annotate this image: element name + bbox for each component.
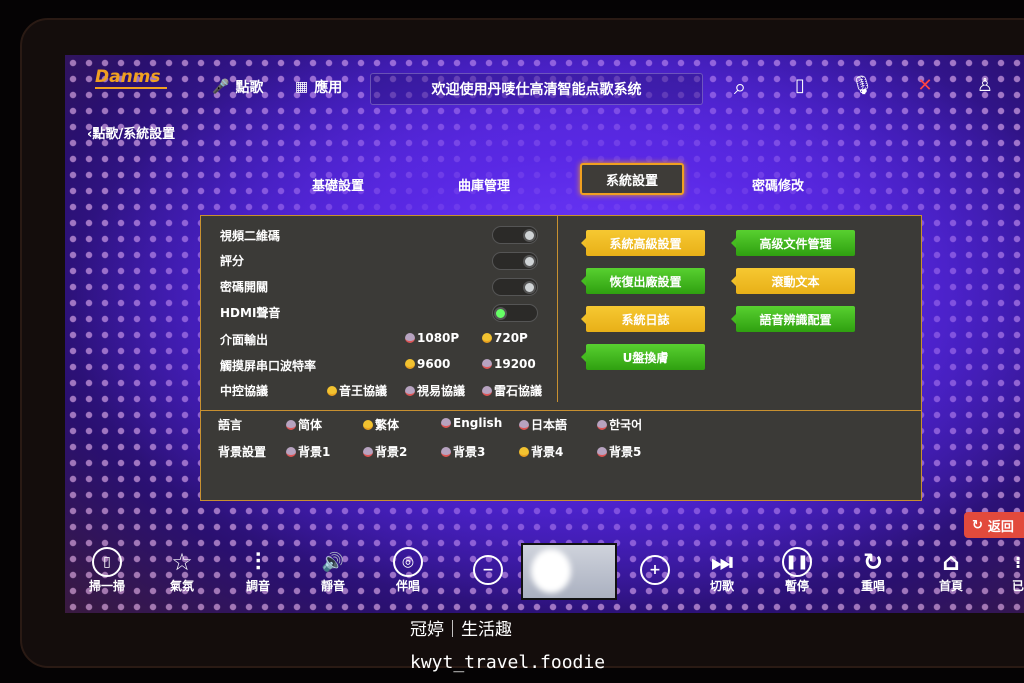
label-background: 背景設置 — [218, 445, 267, 459]
divider — [201, 410, 921, 411]
scan-button[interactable]: ▯ 掃一掃 — [77, 547, 137, 594]
grid-icon: ▦ — [295, 79, 309, 95]
radio-1080p[interactable]: 1080P — [405, 331, 459, 345]
home-icon: ⌂ — [942, 548, 960, 576]
radio-bg-3[interactable]: 背景3 — [441, 443, 485, 460]
tab-basic-settings[interactable]: 基礎設置 — [286, 168, 390, 200]
tab-password[interactable]: 密碼修改 — [726, 168, 830, 200]
list-icon: ⁝ — [1014, 552, 1022, 572]
scroll-text-button[interactable]: 滾動文本 — [731, 268, 855, 294]
tab-system-settings[interactable]: 系統設置 — [580, 163, 684, 195]
radio-protocol-1[interactable]: 音王協議 — [327, 382, 387, 399]
toggle-qrcode[interactable] — [492, 226, 538, 244]
watermark-title: 冠婷｜生活趣 — [410, 620, 512, 640]
usb-skin-button[interactable]: U盤換膚 — [581, 344, 705, 370]
welcome-marquee: 欢迎使用丹唛仕高清智能点歌系统 — [370, 73, 703, 105]
radio-lang-ja[interactable]: 日本語 — [519, 416, 567, 433]
toggle-score[interactable] — [492, 252, 538, 270]
atmosphere-button[interactable]: ☆ 氣氛 — [152, 547, 212, 594]
volume-up-button[interactable]: + — [625, 555, 685, 585]
toggle-password[interactable] — [492, 278, 538, 296]
radio-lang-ko[interactable]: 한국어 — [597, 416, 642, 433]
pause-button[interactable]: ❚❚ 暫停 — [767, 547, 827, 594]
minus-icon: − — [473, 555, 503, 585]
radio-protocol-3[interactable]: 雷石協議 — [482, 382, 542, 399]
label-interface-output: 介面輸出 — [220, 333, 269, 347]
breadcrumb[interactable]: ‹點歌/系統設置 — [87, 123, 175, 142]
radio-bg-5[interactable]: 背景5 — [597, 443, 641, 460]
radio-bg-1[interactable]: 背景1 — [286, 443, 330, 460]
mute-button[interactable]: 🔊 靜音 — [303, 547, 363, 594]
radio-lang-tc[interactable]: 繁体 — [363, 416, 399, 433]
nav-song[interactable]: 🎤 點歌 — [212, 77, 263, 97]
radio-bg-4[interactable]: 背景4 — [519, 443, 563, 460]
disc-icon: ◎ — [393, 547, 423, 577]
replay-button[interactable]: ↻ 重唱 — [843, 547, 903, 594]
toggle-hdmi[interactable] — [492, 304, 538, 322]
equalizer-icon: ⫶ — [255, 548, 261, 576]
microphone-icon: 🎤 — [212, 79, 230, 95]
tab-library[interactable]: 曲庫管理 — [432, 168, 536, 200]
return-button[interactable]: ↻ 返回 — [964, 512, 1024, 538]
label-protocol: 中控協議 — [220, 384, 269, 398]
refresh-icon: ↻ — [972, 517, 983, 533]
radio-19200[interactable]: 19200 — [482, 357, 536, 371]
user-icon[interactable]: ♙ — [970, 75, 1000, 96]
voice-recognition-button[interactable]: 語音辨識配置 — [731, 306, 855, 332]
divider — [557, 216, 558, 402]
pause-icon: ❚❚ — [782, 547, 812, 577]
volume-down-button[interactable]: − — [458, 555, 518, 585]
radio-720p[interactable]: 720P — [482, 331, 528, 345]
label-qrcode: 視頻二維碼 — [220, 229, 281, 243]
label-hdmi: HDMI聲音 — [220, 306, 281, 320]
skip-button[interactable]: ⏭ 切歌 — [692, 547, 752, 594]
advanced-system-settings-button[interactable]: 系統高級設置 — [581, 230, 705, 256]
skip-icon: ⏭ — [711, 548, 733, 576]
factory-reset-button[interactable]: 恢復出廠設置 — [581, 268, 705, 294]
wifi-icon[interactable]: ✕ — [910, 75, 940, 96]
label-language: 語言 — [218, 418, 243, 432]
radio-protocol-2[interactable]: 視易協議 — [405, 382, 465, 399]
tuning-button[interactable]: ⫶ 調音 — [228, 547, 288, 594]
star-icon: ☆ — [171, 548, 193, 576]
radio-lang-sc[interactable]: 简体 — [286, 416, 322, 433]
plus-icon: + — [640, 555, 670, 585]
advanced-file-management-button[interactable]: 高级文件管理 — [731, 230, 855, 256]
accompaniment-button[interactable]: ◎ 伴唱 — [378, 547, 438, 594]
nav-apps[interactable]: ▦ 應用 — [295, 77, 342, 97]
playlist-button[interactable]: ⁝ 已 — [988, 547, 1024, 594]
watermark-handle: kwyt_travel.foodie — [410, 652, 606, 673]
danms-logo: Danms — [95, 67, 167, 89]
label-baud-rate: 觸摸屏串口波特率 — [220, 359, 317, 373]
replay-icon: ↻ — [862, 548, 884, 576]
label-password-switch: 密碼開關 — [220, 280, 269, 294]
phone-icon: ▯ — [92, 547, 122, 577]
usb-icon[interactable]: ▯ — [785, 75, 815, 96]
settings-panel: 視頻二維碼 評分 密碼開關 HDMI聲音 介面輸出 1080P 720P 觸摸屏… — [200, 215, 922, 501]
mic-icon[interactable]: 🎙 — [847, 75, 877, 96]
karaoke-screen: Danms 🎤 點歌 ▦ 應用 欢迎使用丹唛仕高清智能点歌系统 ⌕ ▯ 🎙 ✕ ♙ … — [65, 55, 1024, 613]
radio-bg-2[interactable]: 背景2 — [363, 443, 407, 460]
home-button[interactable]: ⌂ 首頁 — [921, 547, 981, 594]
search-icon[interactable]: ⌕ — [725, 75, 755, 100]
radio-9600[interactable]: 9600 — [405, 357, 450, 371]
speaker-icon: 🔊 — [321, 551, 345, 573]
video-preview[interactable] — [521, 543, 617, 600]
radio-lang-en[interactable]: English — [441, 416, 502, 430]
label-score: 評分 — [220, 254, 245, 268]
system-log-button[interactable]: 系統日誌 — [581, 306, 705, 332]
